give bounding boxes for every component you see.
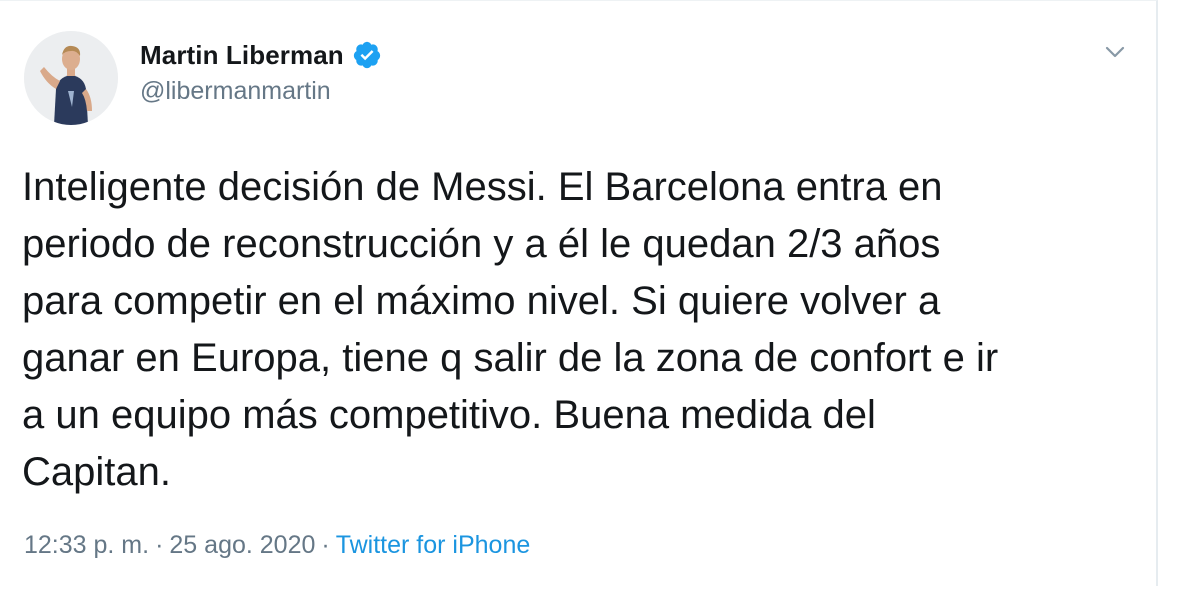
meta-separator: · <box>155 531 164 559</box>
tweet-text: Inteligente decisión de Messi. El Barcel… <box>22 165 999 494</box>
handle[interactable]: @libermanmartin <box>140 77 382 106</box>
chevron-down-icon[interactable] <box>1102 39 1128 65</box>
avatar-image <box>24 31 118 125</box>
name-row: Martin Liberman <box>140 39 382 71</box>
tweet-date[interactable]: 25 ago. 2020 <box>169 531 315 560</box>
display-name[interactable]: Martin Liberman <box>140 40 344 71</box>
avatar[interactable] <box>24 31 118 125</box>
tweet-meta: 12:33 p. m. · 25 ago. 2020 · Twitter for… <box>24 531 530 560</box>
tweet-source-link[interactable]: Twitter for iPhone <box>336 531 531 560</box>
tweet-card: Martin Liberman @libermanmartin Intelige… <box>0 0 1158 586</box>
meta-separator: · <box>321 531 330 559</box>
tweet-time[interactable]: 12:33 p. m. <box>24 531 149 560</box>
verified-badge-icon <box>352 40 382 70</box>
author-block: Martin Liberman @libermanmartin <box>140 39 382 106</box>
